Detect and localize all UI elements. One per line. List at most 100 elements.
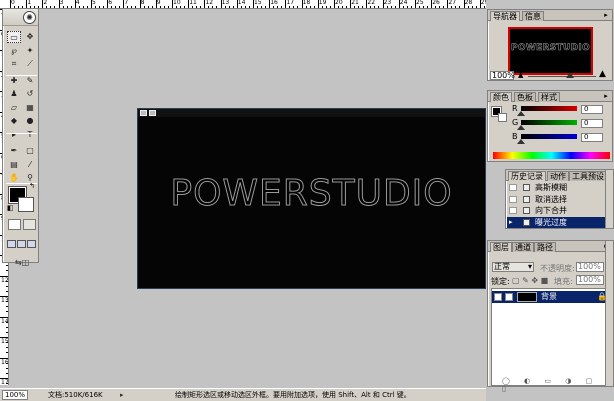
tab-navigator[interactable]: 导航器: [490, 11, 520, 21]
magic-wand-icon[interactable]: ✦: [23, 45, 37, 57]
ruler-minor-tick: [6, 321, 8, 323]
ruler-minor-tick: [329, 6, 331, 8]
type-icon[interactable]: T: [23, 129, 37, 141]
ruler-minor-tick: [435, 6, 437, 8]
tab-history[interactable]: 历史记录: [508, 171, 546, 181]
layer-row-background[interactable]: 背景 🔒: [492, 291, 610, 303]
layer-action-icons[interactable]: ◯ ◐ ▭ ◑ ▢ ▯: [502, 377, 612, 393]
tab-styles[interactable]: 样式: [538, 92, 560, 102]
eye-icon[interactable]: [494, 293, 502, 301]
panel-menu-icon[interactable]: ▸: [602, 92, 610, 100]
blend-mode-select[interactable]: 正常 ▾: [492, 262, 534, 272]
status-arrow-icon[interactable]: ▸: [120, 389, 124, 401]
history-item[interactable]: 取消选择: [507, 194, 611, 205]
zoom-in-icon[interactable]: ▲: [599, 70, 606, 79]
history-scrollbar[interactable]: [605, 169, 614, 229]
ruler-minor-tick: [257, 6, 258, 8]
history-item[interactable]: 高斯模糊: [507, 182, 611, 193]
slice-icon[interactable]: ⟋: [23, 58, 37, 70]
document-minimize-button[interactable]: [140, 110, 147, 116]
tab-color[interactable]: 颜色: [490, 92, 512, 102]
ruler-minor-tick: [82, 6, 84, 8]
status-zoom-field[interactable]: 100%: [2, 390, 28, 400]
shape-icon[interactable]: ▢: [23, 145, 37, 157]
channel-slider-g[interactable]: [521, 120, 577, 125]
healing-brush-icon[interactable]: ✚: [7, 75, 21, 87]
adobe-online-icon[interactable]: ✺: [23, 11, 36, 24]
quick-mask-mode-button[interactable]: [23, 219, 36, 230]
full-screen-menu-mode-button[interactable]: [17, 240, 26, 248]
channel-thumb-b[interactable]: [517, 139, 525, 144]
blur-icon[interactable]: ◆: [7, 115, 21, 127]
layers-panel: 图层 通道 路径 ▸ 正常 ▾ 不透明度: 100% ▸ 锁定: ▢ ✎ ✥ ■…: [487, 240, 613, 393]
tab-swatches[interactable]: 色板: [514, 92, 536, 102]
brush-link-icon[interactable]: [505, 293, 513, 301]
jump-to-imageready-button[interactable]: ⇆◫: [7, 257, 37, 268]
opacity-field[interactable]: 100%: [576, 262, 604, 272]
document-title-bar[interactable]: [138, 109, 485, 117]
channel-value-g[interactable]: 0: [581, 119, 603, 128]
standard-mode-button[interactable]: [8, 219, 21, 230]
crop-icon[interactable]: ⌗: [7, 58, 21, 70]
eraser-icon[interactable]: ▱: [7, 102, 21, 114]
document-maximize-button[interactable]: [149, 110, 156, 116]
ruler-minor-tick: [305, 6, 307, 8]
layers-scrollbar[interactable]: [605, 240, 614, 387]
brush-icon[interactable]: ✎: [23, 75, 37, 87]
history-brush-source-icon[interactable]: [509, 207, 517, 214]
panel-menu-icon[interactable]: ▸: [602, 11, 610, 19]
history-brush-source-icon[interactable]: [509, 195, 517, 203]
default-colors-icon[interactable]: ◧: [7, 205, 14, 212]
ruler-minor-tick: [467, 6, 469, 8]
fill-field[interactable]: 100%: [576, 275, 604, 285]
dodge-icon[interactable]: ●: [23, 115, 37, 127]
notes-icon[interactable]: ▤: [7, 159, 21, 171]
lasso-icon[interactable]: ℘: [7, 45, 21, 57]
tab-layers[interactable]: 图层: [490, 242, 512, 252]
channel-slider-r[interactable]: [521, 106, 577, 111]
move-icon[interactable]: ✥: [23, 31, 37, 43]
channel-value-r[interactable]: 0: [581, 105, 603, 114]
color-spectrum-ramp[interactable]: [493, 152, 610, 159]
full-screen-mode-button[interactable]: [27, 240, 36, 248]
history-item[interactable]: ▸ 曝光过度: [507, 216, 611, 228]
history-item[interactable]: 向下合并: [507, 205, 611, 216]
swap-colors-icon[interactable]: ↰: [29, 183, 35, 190]
gradient-icon[interactable]: ▦: [23, 102, 37, 114]
color-background-swatch[interactable]: [498, 113, 507, 122]
ruler-minor-tick: [6, 352, 8, 353]
eyedropper-icon[interactable]: ⁄: [23, 159, 37, 171]
navigator-zoom-field[interactable]: 100%: [490, 71, 515, 80]
channel-value-b[interactable]: 0: [581, 133, 603, 142]
standard-screen-mode-button[interactable]: [7, 240, 16, 248]
navigator-zoom-thumb[interactable]: [566, 72, 574, 78]
clone-stamp-icon[interactable]: ♟: [7, 88, 21, 100]
path-select-icon[interactable]: ▸: [7, 129, 21, 141]
channel-thumb-r[interactable]: [517, 111, 525, 116]
tab-info[interactable]: 信息: [522, 11, 544, 21]
document-canvas[interactable]: POWERSTUDIO: [137, 108, 486, 289]
tab-paths[interactable]: 路径: [534, 242, 556, 252]
toolbox-header[interactable]: ✺: [3, 9, 38, 26]
layer-thumbnail[interactable]: [517, 292, 537, 302]
navigator-preview[interactable]: POWERSTUDIO: [508, 27, 593, 75]
zoom-out-icon[interactable]: ▲: [518, 72, 523, 79]
pen-icon[interactable]: ✒: [7, 145, 21, 157]
tab-tool-presets[interactable]: 工具预设: [569, 171, 607, 181]
background-color-swatch[interactable]: [18, 197, 34, 212]
history-brush-source-icon[interactable]: ▸: [509, 218, 517, 226]
history-item-label: 高斯模糊: [535, 183, 567, 192]
channel-thumb-g[interactable]: [517, 125, 525, 130]
ruler-minor-tick: [127, 6, 129, 8]
marquee-rect-icon[interactable]: ▭: [7, 31, 21, 43]
history-brush-source-icon[interactable]: [509, 184, 517, 191]
history-brush-icon[interactable]: ↺: [23, 88, 37, 100]
navigator-zoom-slider[interactable]: [528, 76, 596, 77]
document-size-info[interactable]: 文档:510K/616K: [48, 389, 103, 401]
tab-actions[interactable]: 动作: [547, 171, 569, 181]
tab-channels[interactable]: 通道: [512, 242, 534, 252]
ruler-minor-tick: [111, 6, 113, 8]
ruler-minor-tick: [176, 6, 177, 8]
channel-slider-b[interactable]: [521, 134, 577, 139]
lock-icons[interactable]: ▢ ✎ ✥ ■: [512, 276, 548, 285]
